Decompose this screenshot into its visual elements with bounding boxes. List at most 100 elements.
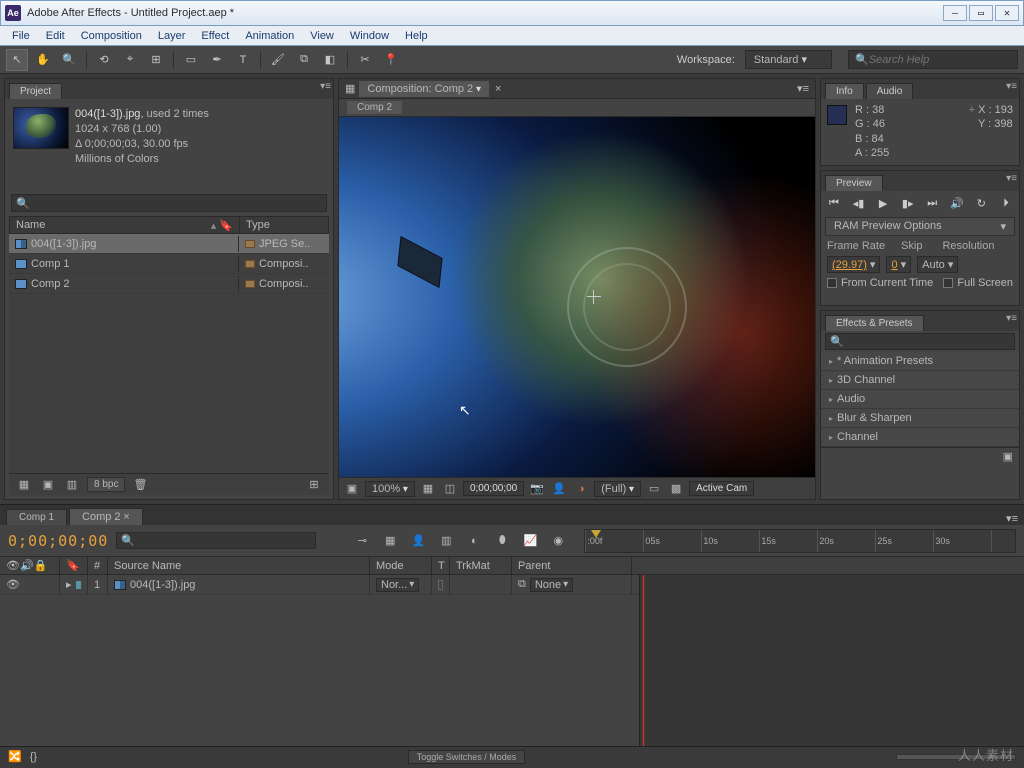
- composition-viewport[interactable]: ↖: [339, 117, 815, 477]
- grid-icon[interactable]: ▦: [419, 481, 437, 497]
- menu-layer[interactable]: Layer: [150, 28, 194, 44]
- camera-tool[interactable]: ⌖: [119, 49, 141, 71]
- menu-file[interactable]: File: [4, 28, 38, 44]
- menu-animation[interactable]: Animation: [237, 28, 302, 44]
- first-frame-icon[interactable]: ⏮: [825, 195, 843, 211]
- transparency-grid-icon[interactable]: ▩: [667, 481, 685, 497]
- eraser-tool[interactable]: ◧: [319, 49, 341, 71]
- project-tab[interactable]: Project: [9, 83, 62, 99]
- frame-blend-icon[interactable]: ▥: [436, 532, 456, 550]
- minimize-button[interactable]: —: [943, 5, 967, 21]
- prev-frame-icon[interactable]: ◂▮: [850, 195, 868, 211]
- loop-icon[interactable]: ↻: [972, 195, 990, 211]
- draft-3d-icon[interactable]: ▦: [380, 532, 400, 550]
- menu-view[interactable]: View: [302, 28, 342, 44]
- timeline-current-time[interactable]: 0;00;00;00: [8, 532, 108, 550]
- skip-select[interactable]: 0 ▾: [886, 256, 911, 273]
- menu-help[interactable]: Help: [397, 28, 436, 44]
- panel-menu-icon[interactable]: ▾≡: [1006, 313, 1017, 324]
- always-preview-icon[interactable]: ▣: [343, 481, 361, 497]
- effects-search[interactable]: 🔍: [825, 333, 1015, 350]
- layer-switches-icon[interactable]: {}: [30, 751, 37, 763]
- preview-tab[interactable]: Preview: [825, 175, 883, 191]
- search-help[interactable]: 🔍: [848, 50, 1018, 69]
- new-comp-icon[interactable]: ▥: [63, 477, 81, 493]
- camera-select[interactable]: Active Cam: [689, 481, 754, 496]
- viewer-time[interactable]: 0;00;00;00: [463, 481, 524, 496]
- puppet-tool[interactable]: 📍: [380, 49, 402, 71]
- frame-rate-select[interactable]: (29.97) ▾: [827, 256, 880, 273]
- comp-inner-tab[interactable]: Comp 2: [347, 101, 402, 114]
- menu-effect[interactable]: Effect: [193, 28, 237, 44]
- effects-category[interactable]: Blur & Sharpen: [821, 409, 1019, 428]
- type-tool[interactable]: T: [232, 49, 254, 71]
- panel-menu-icon[interactable]: ▾≡: [1006, 512, 1018, 525]
- from-current-checkbox[interactable]: From Current Time: [827, 277, 933, 289]
- hand-tool[interactable]: ✋: [32, 49, 54, 71]
- panel-menu-icon[interactable]: ▾≡: [320, 81, 331, 92]
- auto-keyframe-icon[interactable]: ◉: [548, 532, 568, 550]
- audio-icon[interactable]: 🔊: [948, 195, 966, 211]
- motion-blur-icon[interactable]: ◐: [464, 532, 484, 550]
- audio-tab[interactable]: Audio: [866, 83, 914, 99]
- pan-behind-tool[interactable]: ⊞: [145, 49, 167, 71]
- pen-tool[interactable]: ✒: [206, 49, 228, 71]
- graph-editor-icon[interactable]: 📈: [520, 532, 540, 550]
- timeline-ruler[interactable]: :00f05s10s15s20s25s30s: [584, 529, 1016, 553]
- timeline-search[interactable]: 🔍: [116, 532, 316, 549]
- panel-menu-icon[interactable]: ▾≡: [1006, 81, 1017, 92]
- expand-toggle-icon[interactable]: 🔀: [8, 750, 22, 763]
- clone-tool[interactable]: ⧉: [293, 49, 315, 71]
- parent-select[interactable]: None ▾: [530, 578, 573, 592]
- composition-tab[interactable]: Composition: Comp 2 ▾: [359, 81, 489, 97]
- workspace-select[interactable]: Standard ▾: [745, 50, 832, 69]
- eye-icon[interactable]: 👁: [6, 578, 20, 591]
- menu-window[interactable]: Window: [342, 28, 397, 44]
- next-frame-icon[interactable]: ▮▸: [899, 195, 917, 211]
- channel-icon[interactable]: ◑: [572, 481, 590, 497]
- panel-menu-icon[interactable]: ▾≡: [1006, 173, 1017, 184]
- new-folder-icon[interactable]: ▣: [39, 477, 57, 493]
- show-snapshot-icon[interactable]: 👤: [550, 481, 568, 497]
- cti-line[interactable]: [643, 575, 644, 746]
- search-help-input[interactable]: [869, 54, 1011, 66]
- blend-mode-select[interactable]: Nor...▾: [376, 578, 419, 592]
- brush-tool[interactable]: 🖌: [267, 49, 289, 71]
- rotation-tool[interactable]: ⟲: [93, 49, 115, 71]
- snapshot-icon[interactable]: 📷: [528, 481, 546, 497]
- flowchart-icon[interactable]: ⊞: [305, 477, 323, 493]
- menu-edit[interactable]: Edit: [38, 28, 73, 44]
- timeline-tab-comp1[interactable]: Comp 1: [6, 509, 67, 525]
- apply-effect-icon[interactable]: ▣: [1003, 450, 1013, 467]
- project-row[interactable]: 004([1-3]).jpgJPEG Se..: [9, 234, 329, 254]
- interpret-footage-icon[interactable]: ▦: [15, 477, 33, 493]
- effects-category[interactable]: 3D Channel: [821, 371, 1019, 390]
- effects-category[interactable]: * Animation Presets: [821, 352, 1019, 371]
- project-search[interactable]: 🔍: [11, 194, 327, 212]
- resolution-select[interactable]: Auto ▾: [917, 256, 958, 273]
- panel-menu-icon[interactable]: ▾≡: [797, 82, 809, 95]
- tab-close-icon[interactable]: ×: [123, 511, 129, 523]
- mask-toggle-icon[interactable]: ◫: [441, 481, 459, 497]
- menu-composition[interactable]: Composition: [73, 28, 150, 44]
- toggle-switches-button[interactable]: Toggle Switches / Modes: [408, 750, 526, 764]
- current-time-indicator[interactable]: [588, 530, 598, 552]
- full-screen-checkbox[interactable]: Full Screen: [943, 277, 1013, 289]
- zoom-slider[interactable]: [896, 754, 1016, 760]
- info-tab[interactable]: Info: [825, 83, 864, 99]
- selection-tool[interactable]: ↖: [6, 49, 28, 71]
- project-row[interactable]: Comp 1Composi..: [9, 254, 329, 274]
- ram-preview-options[interactable]: RAM Preview Options▾: [825, 217, 1015, 236]
- resolution-select[interactable]: (Full) ▾: [594, 481, 641, 497]
- ram-preview-icon[interactable]: ⏵: [997, 195, 1015, 211]
- project-row[interactable]: Comp 2Composi..: [9, 274, 329, 294]
- maximize-button[interactable]: ▭: [969, 5, 993, 21]
- roto-tool[interactable]: ✂: [354, 49, 376, 71]
- play-icon[interactable]: ▶: [874, 195, 892, 211]
- shy-toggle-icon[interactable]: 👤: [408, 532, 428, 550]
- comp-mini-flowchart-icon[interactable]: ⊸: [352, 532, 372, 550]
- close-button[interactable]: ✕: [995, 5, 1019, 21]
- roi-icon[interactable]: ▭: [645, 481, 663, 497]
- zoom-select[interactable]: 100% ▾: [365, 481, 415, 497]
- timeline-layer-row[interactable]: 👁 ▸ 1 004([1-3]).jpg Nor...▾ ⧉ None ▾: [0, 575, 639, 595]
